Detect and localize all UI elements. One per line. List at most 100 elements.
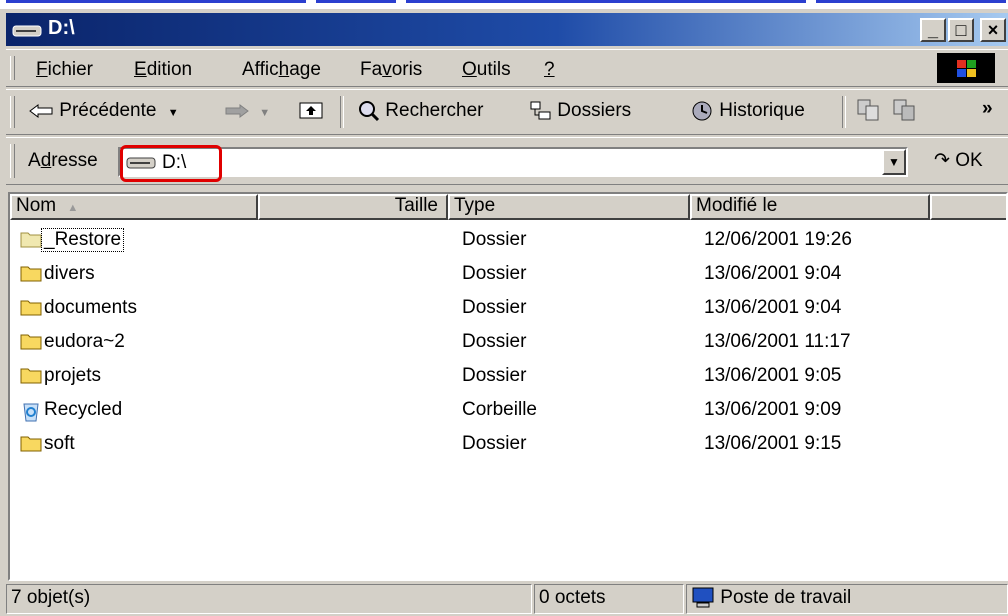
back-dropdown-icon[interactable]: ▼ [168,107,179,119]
up-folder-icon [299,102,323,119]
minimize-button[interactable]: _ [920,18,946,42]
folders-label: Dossiers [557,100,632,121]
file-name: _Restore [40,228,125,252]
move-to-button[interactable] [856,98,880,122]
toolbar-grip[interactable] [10,96,15,128]
list-item[interactable]: documents Dossier 13/06/2001 9:04 [10,292,1006,326]
address-highlight-box [120,145,222,182]
folder-icon [20,300,42,316]
list-item[interactable]: Recycled Corbeille 13/06/2001 9:09 [10,394,1006,428]
file-modified: 13/06/2001 9:04 [704,263,842,284]
column-header-filler [930,194,1006,220]
column-header-name-label: Nom [16,195,57,216]
file-modified: 13/06/2001 9:15 [704,433,842,454]
list-item[interactable]: projets Dossier 13/06/2001 9:05 [10,360,1006,394]
window-title: D:\ [48,17,75,39]
copy-to-icon [893,99,915,121]
move-to-icon [857,99,879,121]
file-name: eudora~2 [44,331,125,352]
windows-logo-icon [937,53,995,83]
file-modified: 13/06/2001 9:04 [704,297,842,318]
standard-toolbar: Précédente ▼ ▼ Rechercher Dossiers Histo… [6,89,1008,135]
history-label: Historique [719,100,805,122]
address-bar: Adresse D:\ ▼ ↷ OK [6,137,1008,185]
status-location: Poste de travail [686,584,1008,614]
folder-icon [20,266,42,282]
file-name: soft [44,433,75,454]
status-size: 0 octets [534,584,684,614]
back-button[interactable]: Précédente ▼ [28,100,179,122]
sort-ascending-icon: ▲ [67,202,79,214]
menu-bar: Fichier Edition Affichage Favoris Outils… [6,49,1008,87]
file-name: divers [44,263,95,284]
list-item[interactable]: _Restore Dossier 12/06/2001 19:26 [10,224,1006,258]
folders-icon [530,101,551,120]
up-folder-button[interactable] [298,98,324,120]
folder-icon [20,368,42,384]
toolbar-separator [842,96,846,128]
forward-button[interactable]: ▼ [224,100,270,122]
file-type: Dossier [462,331,527,352]
title-bar[interactable]: D:\ _ □ × [6,13,1008,46]
column-header-type[interactable]: Type [448,194,690,220]
menu-grip[interactable] [10,56,15,80]
computer-icon [692,587,714,608]
file-modified: 13/06/2001 11:17 [704,331,851,352]
toolbar-separator [340,96,344,128]
file-type: Dossier [462,263,527,284]
file-name: documents [44,297,137,318]
column-header-name[interactable]: Nom ▲ [10,194,258,220]
folders-button[interactable]: Dossiers [530,100,631,122]
menu-outils[interactable]: Outils [462,59,511,81]
search-button[interactable]: Rechercher [358,100,484,122]
list-item[interactable]: divers Dossier 13/06/2001 9:04 [10,258,1006,292]
menu-edition[interactable]: Edition [134,59,192,81]
menu-favoris[interactable]: Favoris [360,59,422,81]
forward-arrow-icon [225,103,249,118]
file-type: Dossier [462,229,527,250]
column-header-size[interactable]: Taille [258,194,448,220]
go-arrow-icon: ↷ [934,150,950,171]
file-type: Dossier [462,297,527,318]
explorer-window: D:\ _ □ × Fichier Edition Affichage Favo… [0,9,1008,616]
go-label: OK [955,150,983,171]
menu-affichage[interactable]: Affichage [242,59,321,81]
forward-dropdown-icon[interactable]: ▼ [259,107,270,119]
search-label: Rechercher [385,100,484,122]
recycle-bin-icon [23,403,39,422]
status-bar: 7 objet(s) 0 octets Poste de travail [0,581,1008,616]
address-dropdown-button[interactable]: ▼ [882,149,906,175]
menu-help[interactable]: ? [544,59,555,81]
file-type: Dossier [462,433,527,454]
close-button[interactable]: × [980,18,1006,42]
history-button[interactable]: Historique [690,100,805,122]
file-type: Dossier [462,365,527,386]
address-grip[interactable] [10,144,15,178]
address-label: Adresse [28,150,98,171]
file-list[interactable]: Nom ▲ Taille Type Modifié le _Restore Do… [8,192,1008,581]
column-header-modified[interactable]: Modifié le [690,194,930,220]
file-modified: 12/06/2001 19:26 [704,229,852,250]
file-name: Recycled [44,399,123,420]
maximize-button[interactable]: □ [948,18,974,42]
history-icon [692,101,712,121]
address-input[interactable]: D:\ ▼ [118,147,908,177]
file-type: Corbeille [462,399,537,420]
back-label: Précédente [59,100,157,121]
file-name: projets [44,365,102,386]
folder-open-icon [20,232,42,248]
list-item[interactable]: soft Dossier 13/06/2001 9:15 [10,428,1006,462]
go-button[interactable]: ↷ OK [934,149,983,172]
list-header: Nom ▲ Taille Type Modifié le [10,194,1006,220]
search-icon [359,101,380,122]
file-modified: 13/06/2001 9:05 [704,365,842,386]
toolbar-overflow-button[interactable]: » [982,98,993,120]
menu-fichier[interactable]: Fichier [36,59,93,81]
back-arrow-icon [29,103,53,118]
folder-icon [20,436,42,452]
copy-to-button[interactable] [892,98,916,122]
top-edge-strip [0,0,1008,9]
status-location-label: Poste de travail [720,587,852,608]
status-object-count: 7 objet(s) [6,584,532,614]
list-item[interactable]: eudora~2 Dossier 13/06/2001 11:17 [10,326,1006,360]
